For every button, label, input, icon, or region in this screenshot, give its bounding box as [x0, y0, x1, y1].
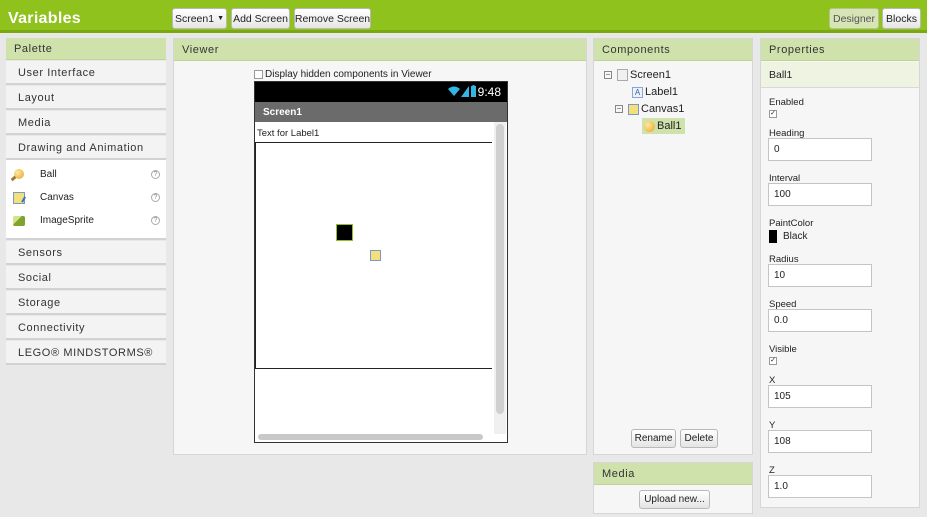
canvas-icon: [370, 250, 381, 261]
horizontal-scrollbar[interactable]: [258, 434, 483, 440]
speed-field[interactable]: [768, 309, 872, 332]
selected-component-name: Ball1: [761, 62, 919, 88]
visible-checkbox[interactable]: ✓: [769, 357, 777, 365]
viewer-panel: Viewer Display hidden components in View…: [173, 38, 587, 455]
collapse-icon[interactable]: −: [604, 71, 612, 79]
tree-node-ball1[interactable]: Ball1: [642, 118, 686, 134]
checkbox-box[interactable]: [254, 70, 263, 79]
palette-category-user-interface[interactable]: User Interface: [6, 61, 166, 85]
tree-node-screen1[interactable]: − Screen1: [604, 69, 671, 81]
palette-item-ball[interactable]: Ball ?: [6, 163, 166, 186]
palette-item-image-sprite[interactable]: ImageSprite ?: [6, 209, 166, 232]
media-header: Media: [594, 463, 752, 485]
signal-icon: [461, 86, 469, 100]
z-field[interactable]: [768, 475, 872, 498]
palette-category-connectivity[interactable]: Connectivity: [6, 316, 166, 340]
phone-status-bar: 9:48: [255, 82, 507, 102]
image-sprite-icon: [12, 214, 28, 228]
vertical-scrollbar[interactable]: [496, 124, 504, 414]
palette-item-label: Canvas: [40, 192, 74, 203]
chevron-down-icon: ▼: [217, 15, 225, 22]
palette-category-lego-mindstorms[interactable]: LEGO® MINDSTORMS®: [6, 341, 166, 365]
help-icon[interactable]: ?: [151, 170, 160, 179]
y-field[interactable]: [768, 430, 872, 453]
battery-icon: [471, 85, 476, 100]
canvas-icon: [12, 191, 28, 205]
delete-button[interactable]: Delete: [680, 429, 718, 448]
enabled-label: Enabled: [769, 97, 804, 108]
help-icon[interactable]: ?: [151, 216, 160, 225]
tree-node-canvas1[interactable]: − Canvas1: [615, 103, 684, 115]
screen-title-bar: Screen1: [255, 102, 507, 122]
palette-category-social[interactable]: Social: [6, 266, 166, 290]
tree-node-label: Label1: [645, 86, 679, 98]
label-icon: A: [632, 86, 643, 98]
tree-node-label: Screen1: [630, 69, 671, 81]
palette-category-layout[interactable]: Layout: [6, 86, 166, 110]
tree-node-label: Canvas1: [641, 103, 685, 115]
paint-color-value[interactable]: Black: [783, 231, 807, 242]
wifi-icon: [447, 86, 461, 100]
remove-screen-button[interactable]: Remove Screen: [294, 8, 371, 29]
ball-icon: [12, 168, 28, 182]
visible-label: Visible: [769, 344, 797, 355]
display-hidden-components-checkbox[interactable]: Display hidden components in Viewer: [254, 69, 432, 80]
palette-category-sensors[interactable]: Sensors: [6, 241, 166, 265]
palette-category-storage[interactable]: Storage: [6, 291, 166, 315]
status-time: 9:48: [477, 85, 501, 99]
canvas1-component[interactable]: [255, 142, 492, 369]
phone-body: Text for Label1: [255, 122, 507, 442]
ball-icon: [644, 120, 655, 132]
add-screen-button[interactable]: Add Screen: [231, 8, 290, 29]
app-title: Variables: [8, 10, 81, 27]
tree-node-label: Ball1: [657, 120, 682, 132]
properties-header: Properties: [761, 39, 919, 61]
help-icon[interactable]: ?: [151, 193, 160, 202]
palette-header: Palette: [6, 38, 166, 60]
palette-panel: Palette User Interface Layout Media Draw…: [6, 38, 166, 368]
canvas-icon: [628, 103, 639, 115]
tree-node-label1[interactable]: A Label1: [632, 86, 678, 98]
paint-color-swatch[interactable]: [769, 230, 777, 243]
ball1-component[interactable]: [336, 224, 353, 241]
rename-button[interactable]: Rename: [631, 429, 676, 448]
phone-preview: 9:48 Screen1 Text for Label1: [254, 81, 508, 443]
upload-new-button[interactable]: Upload new...: [639, 490, 710, 509]
interval-field[interactable]: [768, 183, 872, 206]
palette-drawing-items: Ball ? Canvas ? ImageSprite ?: [6, 160, 166, 240]
palette-category-media[interactable]: Media: [6, 111, 166, 135]
palette-item-canvas[interactable]: Canvas ?: [6, 186, 166, 209]
blocks-button[interactable]: Blocks: [882, 8, 921, 29]
components-panel: Components − Screen1 A Label1 − Canvas1 …: [593, 38, 753, 455]
palette-item-label: Ball: [40, 169, 57, 180]
display-hidden-label: Display hidden components in Viewer: [265, 69, 432, 80]
palette-category-drawing-and-animation[interactable]: Drawing and Animation: [6, 136, 166, 160]
collapse-icon[interactable]: −: [615, 105, 623, 113]
enabled-checkbox[interactable]: ✓: [769, 110, 777, 118]
heading-field[interactable]: [768, 138, 872, 161]
label1-component[interactable]: Text for Label1: [257, 128, 319, 139]
palette-item-label: ImageSprite: [40, 215, 94, 226]
top-bar: Variables Screen1 ▼ Add Screen Remove Sc…: [0, 0, 927, 33]
screen-select-dropdown[interactable]: Screen1 ▼: [172, 8, 227, 29]
properties-panel: Properties Ball1 Enabled ✓ Heading Inter…: [760, 38, 920, 508]
viewer-header: Viewer: [174, 39, 586, 61]
components-header: Components: [594, 39, 752, 61]
screen-icon: [617, 69, 628, 81]
media-panel: Media Upload new...: [593, 462, 753, 514]
x-field[interactable]: [768, 385, 872, 408]
radius-field[interactable]: [768, 264, 872, 287]
paint-color-label: PaintColor: [769, 218, 814, 229]
screen-select-label: Screen1: [174, 12, 215, 25]
designer-button[interactable]: Designer: [829, 8, 879, 29]
